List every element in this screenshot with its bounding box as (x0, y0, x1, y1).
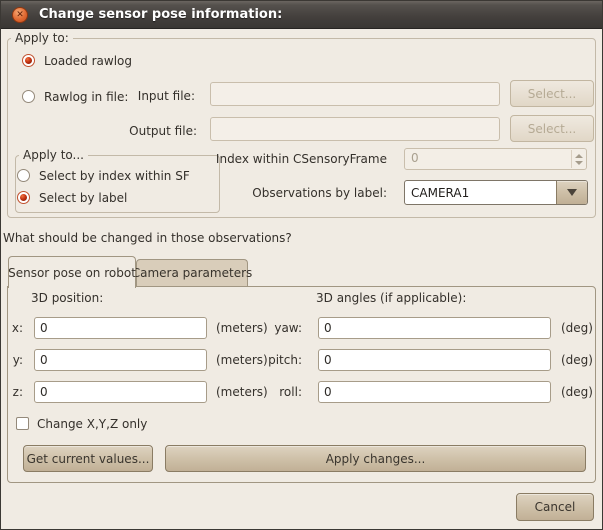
cancel-button[interactable]: Cancel (516, 493, 594, 521)
pose-z-input[interactable] (34, 381, 207, 403)
pose-yaw-unit: (deg) (561, 321, 593, 335)
spinner-down-icon (575, 161, 583, 165)
tab-camera-parameters[interactable]: Camera parameters (136, 259, 248, 286)
pose-x-unit: (meters) (216, 321, 268, 335)
pose-yaw-input[interactable] (318, 317, 551, 339)
angles-header: 3D angles (if applicable): (316, 291, 466, 305)
index-within-csf-label: Index within CSensoryFrame (216, 152, 387, 166)
tab-sensor-pose[interactable]: Sensor pose on robot (8, 256, 136, 288)
select-input-file-button: Select... (510, 80, 594, 107)
change-xyz-checkbox-label: Change X,Y,Z only (37, 417, 147, 431)
apply-to-subgroup-label: Apply to... (19, 147, 88, 163)
radio-select-by-label[interactable]: Select by label (17, 190, 127, 205)
combobox-value: CAMERA1 (405, 186, 469, 200)
radio-rawlog-in-file-label: Rawlog in file: (44, 90, 128, 104)
apply-changes-button[interactable]: Apply changes... (165, 445, 586, 472)
pose-x-input[interactable] (34, 317, 207, 339)
pose-roll-unit: (deg) (561, 385, 593, 399)
pose-z-label: z: (13, 385, 23, 399)
observations-combobox[interactable]: CAMERA1 (404, 180, 588, 205)
pose-pitch-label: pitch: (268, 353, 302, 367)
index-spinner-value: 0 (411, 151, 419, 165)
close-button[interactable]: ✕ (12, 7, 28, 23)
radio-unselected-icon (17, 169, 30, 182)
radio-select-by-index[interactable]: Select by index within SF (17, 168, 190, 183)
radio-select-by-index-label: Select by index within SF (39, 169, 190, 183)
change-xyz-checkbox[interactable] (16, 417, 29, 430)
apply-to-group-label: Apply to: (11, 30, 73, 46)
titlebar[interactable]: ✕ Change sensor pose information: (1, 1, 602, 29)
position-header: 3D position: (31, 291, 103, 305)
input-file-field (210, 82, 500, 106)
pose-roll-label: roll: (279, 385, 302, 399)
chevron-down-icon (567, 189, 577, 196)
dialog-window: ✕ Change sensor pose information: Apply … (0, 0, 603, 530)
pose-y-unit: (meters) (216, 353, 268, 367)
input-file-label: Input file: (138, 89, 195, 103)
pose-roll-input[interactable] (318, 381, 551, 403)
combobox-dropdown-button[interactable] (556, 181, 587, 204)
pose-pitch-input[interactable] (318, 349, 551, 371)
pose-yaw-label: yaw: (274, 321, 302, 335)
radio-rawlog-in-file[interactable]: Rawlog in file: (22, 89, 128, 104)
observations-by-label-label: Observations by label: (252, 186, 387, 200)
radio-unselected-icon (22, 90, 35, 103)
output-file-field (210, 117, 500, 141)
radio-select-by-label-label: Select by label (39, 191, 127, 205)
index-spinner: 0 (404, 148, 587, 170)
pose-pitch-unit: (deg) (561, 353, 593, 367)
pose-x-label: x: (12, 321, 23, 335)
select-output-file-button: Select... (510, 115, 594, 142)
spinner-up-icon (575, 154, 583, 158)
radio-loaded-rawlog[interactable]: Loaded rawlog (22, 53, 132, 68)
output-file-label: Output file: (129, 124, 197, 138)
spinner-buttons (571, 150, 585, 168)
pose-z-unit: (meters) (216, 385, 268, 399)
radio-loaded-rawlog-label: Loaded rawlog (44, 54, 132, 68)
pose-y-label: y: (13, 353, 23, 367)
question-text: What should be changed in those observat… (3, 231, 292, 245)
window-title: Change sensor pose information: (39, 1, 282, 29)
pose-y-input[interactable] (34, 349, 207, 371)
radio-selected-icon (17, 191, 30, 204)
close-icon: ✕ (16, 11, 24, 20)
radio-selected-icon (22, 54, 35, 67)
get-current-values-button[interactable]: Get current values... (23, 445, 153, 472)
